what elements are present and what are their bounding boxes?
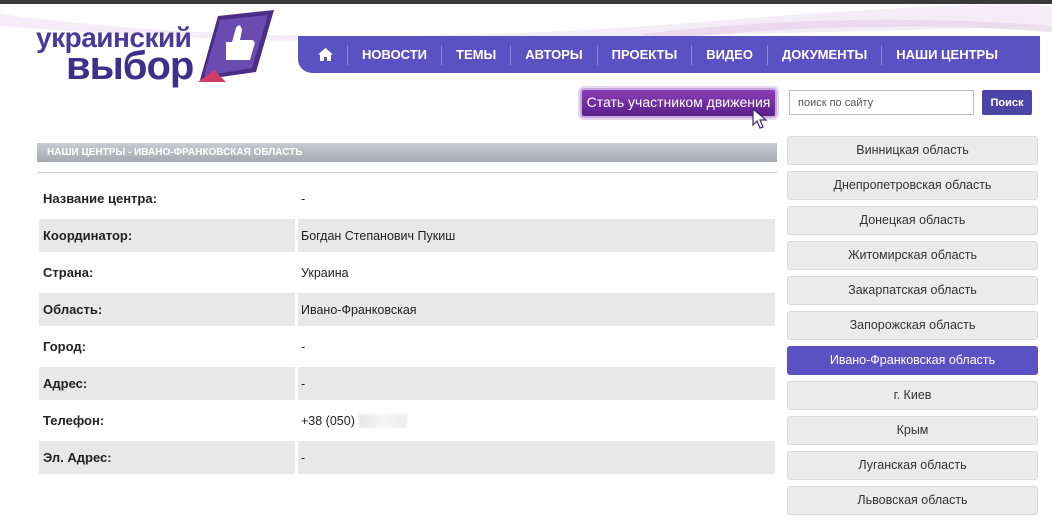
region-item-dnipropetrovsk[interactable]: Днепропетровская область xyxy=(787,171,1038,200)
region-item-zakarpattia[interactable]: Закарпатская область xyxy=(787,276,1038,305)
main-navigation: НОВОСТИ ТЕМЫ АВТОРЫ ПРОЕКТЫ ВИДЕО ДОКУМЕ… xyxy=(298,36,1040,73)
info-row-region: Область: Ивано-Франковская xyxy=(39,291,775,328)
info-row-city: Город: - xyxy=(39,328,775,365)
info-row-center-name: Название центра: - xyxy=(39,180,775,217)
nav-projects[interactable]: ПРОЕКТЫ xyxy=(598,44,693,65)
info-label: Эл. Адрес: xyxy=(39,441,295,474)
region-item-zhytomyr[interactable]: Житомирская область xyxy=(787,241,1038,270)
phone-number: +38 (050) xyxy=(301,413,355,428)
region-item-vinnytsia[interactable]: Винницкая область xyxy=(787,136,1038,165)
redacted-mask xyxy=(358,413,407,428)
region-list: Винницкая область Днепропетровская облас… xyxy=(787,136,1038,521)
region-item-crimea[interactable]: Крым xyxy=(787,416,1038,445)
region-item-kyiv[interactable]: г. Киев xyxy=(787,381,1038,410)
info-label: Телефон: xyxy=(43,413,105,428)
nav-our-centers[interactable]: НАШИ ЦЕНТРЫ xyxy=(882,45,1012,65)
region-item-lviv[interactable]: Львовская область xyxy=(787,486,1038,515)
site-logo[interactable]: украинский выбор xyxy=(36,10,276,88)
info-value: - xyxy=(301,339,306,354)
info-value: Богдан Степанович Пукиш xyxy=(298,219,775,252)
info-label: Название центра: xyxy=(43,191,157,206)
nav-topics[interactable]: ТЕМЫ xyxy=(442,44,512,65)
home-icon xyxy=(318,48,333,61)
section-divider xyxy=(37,172,777,173)
info-label: Страна: xyxy=(43,265,94,280)
section-title: НАШИ ЦЕНТРЫ - ИВАНО-ФРАНКОВСКАЯ ОБЛАСТЬ xyxy=(37,143,777,162)
info-label: Область: xyxy=(39,293,295,326)
nav-documents[interactable]: ДОКУМЕНТЫ xyxy=(768,44,883,65)
region-item-ivano-frankivsk[interactable]: Ивано-Франковская область xyxy=(787,346,1038,375)
nav-authors[interactable]: АВТОРЫ xyxy=(511,44,598,65)
logo-word-vybor: выбор xyxy=(66,44,194,88)
region-item-zaporizhzhia[interactable]: Запорожская область xyxy=(787,311,1038,340)
info-row-address: Адрес: - xyxy=(39,365,775,402)
nav-home[interactable] xyxy=(314,44,348,65)
info-value: - xyxy=(301,191,306,206)
search-input[interactable] xyxy=(789,90,974,115)
nav-news[interactable]: НОВОСТИ xyxy=(348,44,443,65)
region-item-donetsk[interactable]: Донецкая область xyxy=(787,206,1038,235)
info-row-phone: Телефон: +38 (050) xyxy=(39,402,775,439)
info-value: Украина xyxy=(301,265,349,280)
info-row-country: Страна: Украина xyxy=(39,254,775,291)
join-movement-button[interactable]: Стать участником движения xyxy=(580,88,777,118)
nav-video[interactable]: ВИДЕО xyxy=(692,44,768,65)
info-row-email: Эл. Адрес: - xyxy=(39,439,775,476)
info-label: Город: xyxy=(43,339,86,354)
info-label: Адрес: xyxy=(39,367,295,400)
info-row-coordinator: Координатор: Богдан Степанович Пукиш xyxy=(39,217,775,254)
info-value: - xyxy=(298,367,775,400)
info-value: - xyxy=(298,441,775,474)
info-value: Ивано-Франковская xyxy=(298,293,775,326)
center-info-table: Название центра: - Координатор: Богдан С… xyxy=(39,180,775,476)
mouse-pointer-icon xyxy=(752,108,768,129)
info-label: Координатор: xyxy=(39,219,295,252)
info-value-phone: +38 (050) xyxy=(298,404,775,437)
region-item-luhansk[interactable]: Луганская область xyxy=(787,451,1038,480)
search-button[interactable]: Поиск xyxy=(982,90,1032,115)
thumbs-up-flag-icon xyxy=(198,10,274,82)
